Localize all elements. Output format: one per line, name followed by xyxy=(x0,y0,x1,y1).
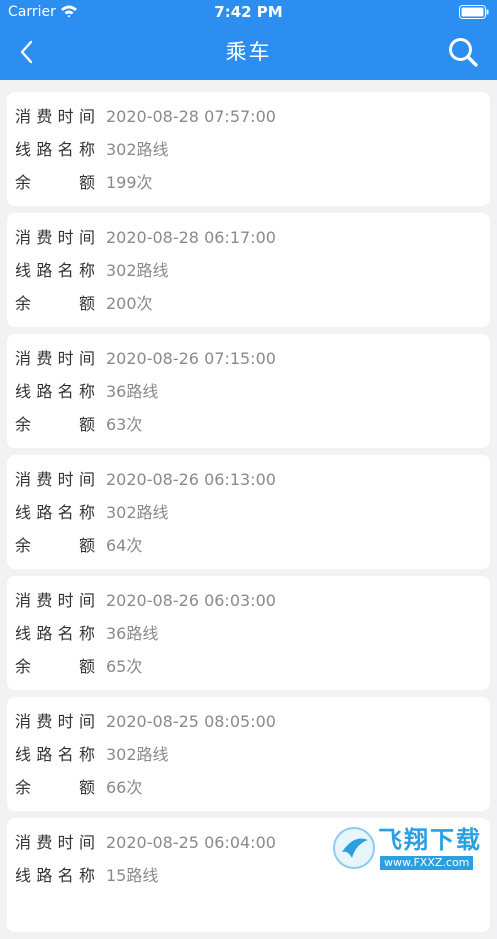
time-row: 消费时间 2020-08-25 06:04:00 xyxy=(7,826,490,859)
route-value: 302路线 xyxy=(106,261,169,280)
time-row: 消费时间 2020-08-26 06:03:00 xyxy=(7,584,490,617)
route-label: 线路名称 xyxy=(15,382,95,401)
header-bar: Carrier 7:42 PM 乘车 xyxy=(0,0,497,80)
route-row: 线路名称 302路线 xyxy=(7,254,490,287)
balance-row: 余额 66次 xyxy=(7,771,490,804)
route-row: 线路名称 302路线 xyxy=(7,133,490,166)
ride-record-card[interactable]: 消费时间 2020-08-26 06:03:00 线路名称 36路线 余额 65次 xyxy=(7,576,490,690)
battery-icon xyxy=(459,5,489,19)
route-value: 36路线 xyxy=(106,624,159,643)
balance-row: 余额 63次 xyxy=(7,408,490,441)
ride-record-list: 消费时间 2020-08-28 07:57:00 线路名称 302路线 余额 199次… xyxy=(7,92,490,939)
balance-label: 余额 xyxy=(15,294,95,313)
route-value: 15路线 xyxy=(106,866,159,885)
balance-value: 66次 xyxy=(106,778,143,797)
balance-label: 余额 xyxy=(15,536,95,555)
route-row: 线路名称 302路线 xyxy=(7,496,490,529)
route-row: 线路名称 36路线 xyxy=(7,375,490,408)
ride-record-card[interactable]: 消费时间 2020-08-26 06:13:00 线路名称 302路线 余额 64次 xyxy=(7,455,490,569)
time-value: 2020-08-25 06:04:00 xyxy=(106,833,276,852)
time-label: 消费时间 xyxy=(15,470,95,489)
time-row: 消费时间 2020-08-28 06:17:00 xyxy=(7,221,490,254)
page-title: 乘车 xyxy=(225,40,272,64)
time-value: 2020-08-28 07:57:00 xyxy=(106,107,276,126)
time-row: 消费时间 2020-08-26 07:15:00 xyxy=(7,342,490,375)
route-value: 302路线 xyxy=(106,503,169,522)
route-row: 线路名称 15路线 xyxy=(7,859,490,892)
route-label: 线路名称 xyxy=(15,261,95,280)
time-value: 2020-08-26 06:03:00 xyxy=(106,591,276,610)
time-row: 消费时间 2020-08-28 07:57:00 xyxy=(7,100,490,133)
balance-value: 65次 xyxy=(106,657,143,676)
status-bar: Carrier 7:42 PM xyxy=(0,0,497,24)
balance-label: 余额 xyxy=(15,415,95,434)
time-label: 消费时间 xyxy=(15,107,95,126)
ride-record-card[interactable]: 消费时间 2020-08-25 06:04:00 线路名称 15路线 xyxy=(7,818,490,932)
balance-row: 余额 65次 xyxy=(7,650,490,683)
balance-value: 64次 xyxy=(106,536,143,555)
route-label: 线路名称 xyxy=(15,503,95,522)
route-row: 线路名称 36路线 xyxy=(7,617,490,650)
time-label: 消费时间 xyxy=(15,228,95,247)
search-icon[interactable] xyxy=(447,36,479,68)
time-row: 消费时间 2020-08-25 08:05:00 xyxy=(7,705,490,738)
balance-value: 200次 xyxy=(106,294,153,313)
time-value: 2020-08-26 07:15:00 xyxy=(106,349,276,368)
route-label: 线路名称 xyxy=(15,624,95,643)
time-label: 消费时间 xyxy=(15,833,95,852)
balance-row: 余额 199次 xyxy=(7,166,490,199)
balance-value: 63次 xyxy=(106,415,143,434)
route-label: 线路名称 xyxy=(15,745,95,764)
route-label: 线路名称 xyxy=(15,140,95,159)
ride-record-card[interactable]: 消费时间 2020-08-28 06:17:00 线路名称 302路线 余额 200次 xyxy=(7,213,490,327)
ride-record-card[interactable]: 消费时间 2020-08-26 07:15:00 线路名称 36路线 余额 63次 xyxy=(7,334,490,448)
route-value: 302路线 xyxy=(106,140,169,159)
navigation-bar: 乘车 xyxy=(0,24,497,80)
time-row: 消费时间 2020-08-26 06:13:00 xyxy=(7,463,490,496)
time-label: 消费时间 xyxy=(15,591,95,610)
time-label: 消费时间 xyxy=(15,712,95,731)
time-value: 2020-08-26 06:13:00 xyxy=(106,470,276,489)
balance-label: 余额 xyxy=(15,778,95,797)
route-label: 线路名称 xyxy=(15,866,95,885)
route-value: 36路线 xyxy=(106,382,159,401)
balance-row: 余额 64次 xyxy=(7,529,490,562)
balance-value: 199次 xyxy=(106,173,153,192)
balance-row: 余额 200次 xyxy=(7,287,490,320)
balance-label: 余额 xyxy=(15,657,95,676)
time-value: 2020-08-25 08:05:00 xyxy=(106,712,276,731)
balance-label: 余额 xyxy=(15,173,95,192)
clock: 7:42 PM xyxy=(214,3,283,21)
route-row: 线路名称 302路线 xyxy=(7,738,490,771)
ride-record-card[interactable]: 消费时间 2020-08-28 07:57:00 线路名称 302路线 余额 199次 xyxy=(7,92,490,206)
ride-record-card[interactable]: 消费时间 2020-08-25 08:05:00 线路名称 302路线 余额 66次 xyxy=(7,697,490,811)
route-value: 302路线 xyxy=(106,745,169,764)
time-label: 消费时间 xyxy=(15,349,95,368)
time-value: 2020-08-28 06:17:00 xyxy=(106,228,276,247)
